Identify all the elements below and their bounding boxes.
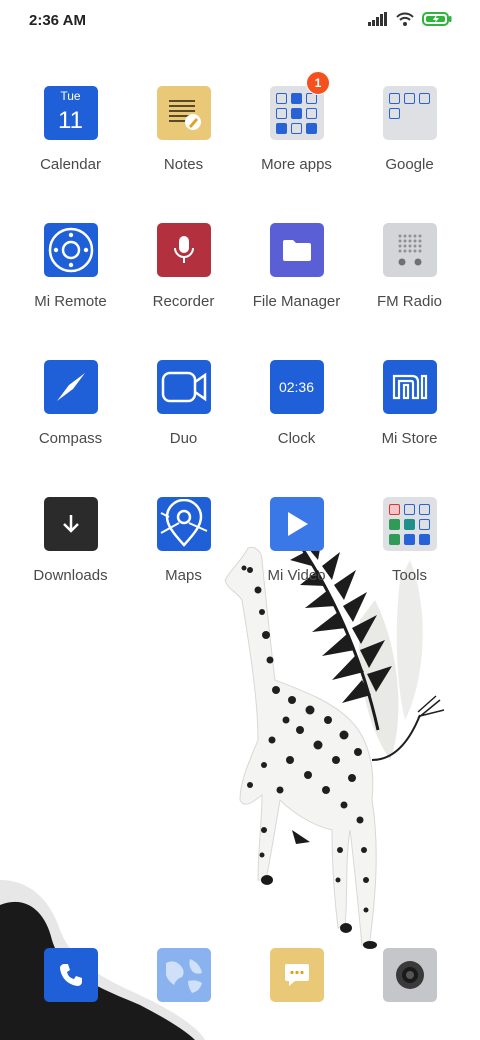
microphone-icon (156, 223, 211, 277)
fm-radio-app[interactable]: FM Radio (353, 223, 466, 360)
clock-time: 02:36 (278, 379, 315, 395)
folder-icon (382, 497, 437, 551)
app-label: Mi Store (381, 430, 438, 447)
status-time: 2:36 AM (29, 12, 86, 29)
calendar-app[interactable]: Tue 11 Calendar (14, 86, 127, 223)
app-label: Downloads (33, 567, 108, 584)
mi-store-app[interactable]: Mi Store (353, 360, 466, 497)
recorder-app[interactable]: Recorder (127, 223, 240, 360)
notes-icon (156, 86, 211, 140)
radio-icon (382, 223, 437, 277)
play-icon (269, 497, 324, 551)
mi-remote-app[interactable]: Mi Remote (14, 223, 127, 360)
app-label: File Manager (252, 293, 341, 310)
app-label: Maps (165, 567, 202, 584)
app-label: Duo (169, 430, 198, 447)
app-grid: Tue 11 Calendar Notes 1 More apps Google… (14, 71, 466, 634)
dock (14, 948, 466, 1002)
messaging-app[interactable] (240, 948, 353, 1002)
app-label: FM Radio (376, 293, 443, 310)
compass-icon (43, 360, 98, 414)
battery-charging-icon (422, 12, 452, 26)
message-icon (269, 948, 324, 1002)
browser-app[interactable] (127, 948, 240, 1002)
map-pin-icon (156, 497, 211, 551)
app-label: Calendar (40, 156, 101, 173)
duo-app[interactable]: Duo (127, 360, 240, 497)
phone-app[interactable] (14, 948, 127, 1002)
camera-app[interactable] (353, 948, 466, 1002)
google-folder[interactable]: Google (353, 86, 466, 223)
app-label: More apps (261, 156, 332, 173)
mi-video-app[interactable]: Mi Video (240, 497, 353, 634)
calendar-icon: Tue 11 (43, 86, 98, 140)
wifi-icon (396, 12, 414, 26)
calendar-date: 11 (58, 107, 83, 134)
folder-icon (382, 86, 437, 140)
mi-logo-icon (382, 360, 437, 414)
app-label: Notes (163, 156, 204, 173)
maps-app[interactable]: Maps (127, 497, 240, 634)
app-label: Clock (277, 430, 316, 447)
video-camera-icon (156, 360, 211, 414)
notes-app[interactable]: Notes (127, 86, 240, 223)
app-label: Mi Video (267, 567, 326, 584)
globe-icon (156, 948, 211, 1002)
camera-icon (382, 948, 437, 1002)
app-label: Mi Remote (34, 293, 107, 310)
app-label: Recorder (152, 293, 215, 310)
status-bar: 2:36 AM (0, 0, 480, 44)
signal-icon (368, 12, 387, 26)
more-apps-folder[interactable]: 1 More apps (240, 71, 353, 223)
app-label: Compass (38, 430, 103, 447)
calendar-day: Tue (60, 89, 81, 103)
clock-app[interactable]: 02:36 Clock (240, 360, 353, 497)
notification-badge: 1 (306, 71, 330, 95)
downloads-app[interactable]: Downloads (14, 497, 127, 634)
remote-icon (43, 223, 98, 277)
tools-folder[interactable]: Tools (353, 497, 466, 634)
compass-app[interactable]: Compass (14, 360, 127, 497)
folder-icon (269, 223, 324, 277)
app-label: Google (385, 156, 434, 173)
download-icon (43, 497, 98, 551)
clock-icon: 02:36 (269, 360, 324, 414)
phone-icon (43, 948, 98, 1002)
file-manager-app[interactable]: File Manager (240, 223, 353, 360)
app-label: Tools (391, 567, 428, 584)
